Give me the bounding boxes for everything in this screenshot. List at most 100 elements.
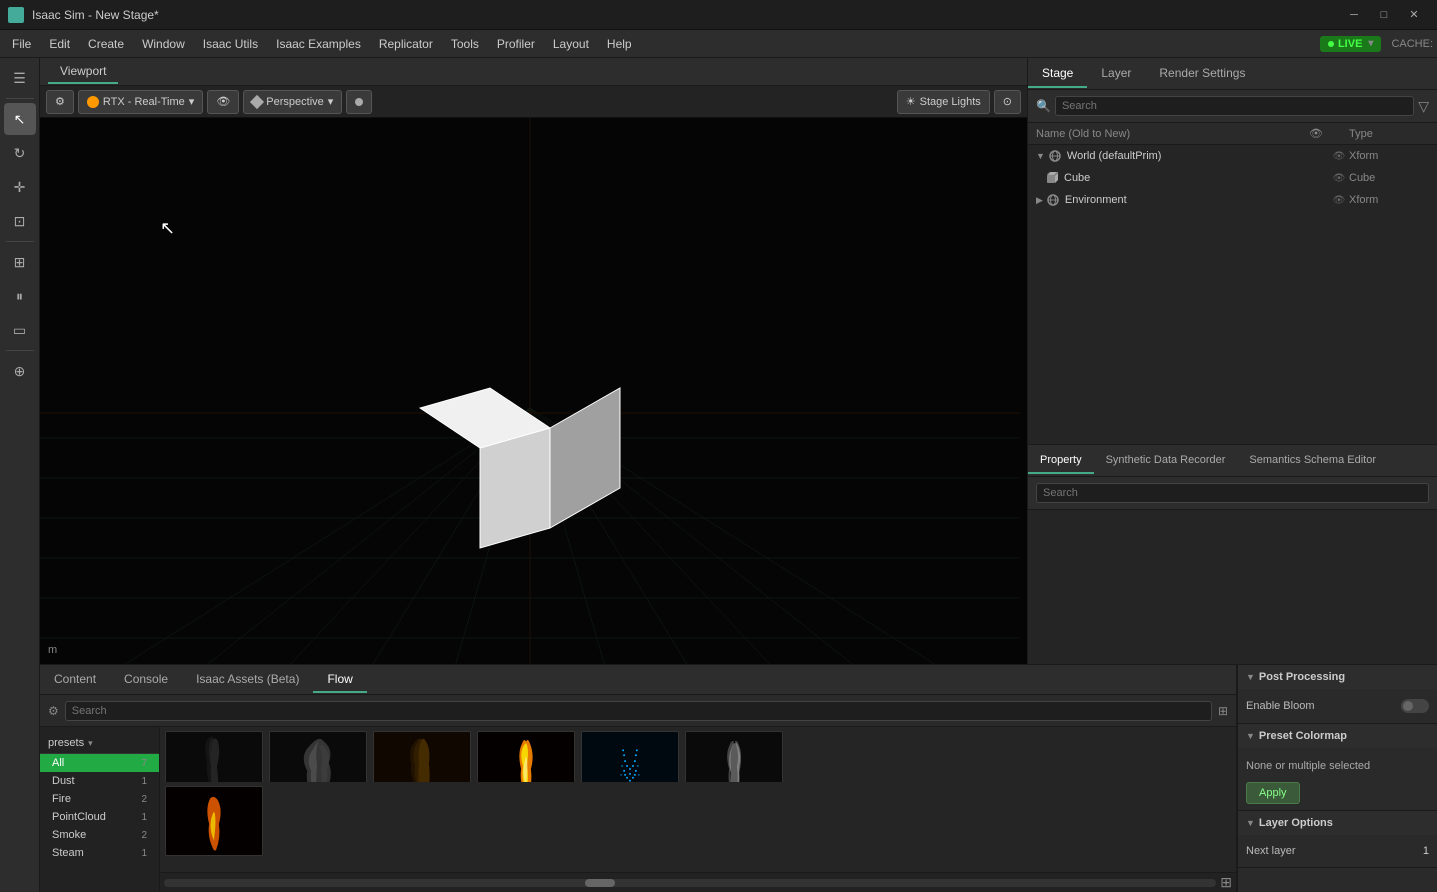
- tab-content[interactable]: Content: [40, 667, 110, 693]
- tab-isaac-assets[interactable]: Isaac Assets (Beta): [182, 667, 313, 693]
- tab-console[interactable]: Console: [110, 667, 182, 693]
- pp-post-processing-body: Enable Bloom: [1238, 689, 1437, 723]
- menu-window[interactable]: Window: [134, 33, 193, 55]
- perspective-arrow: ▾: [328, 95, 334, 108]
- maximize-button[interactable]: □: [1369, 0, 1399, 30]
- asset-densesmoke[interactable]: DenseSmoke: [268, 731, 368, 782]
- stage-row-cube[interactable]: Cube 👁 Cube: [1028, 167, 1437, 189]
- asset-item-row2-1[interactable]: [164, 786, 264, 868]
- content-search-input[interactable]: [65, 701, 1212, 721]
- rtx-mode-btn[interactable]: RTX - Real-Time ▾: [78, 90, 203, 114]
- scroll-thumb[interactable]: [585, 879, 615, 887]
- preset-label-dust: Dust: [52, 775, 75, 787]
- viewport-settings-btn[interactable]: ⚙: [46, 90, 74, 114]
- menu-profiler[interactable]: Profiler: [489, 33, 543, 55]
- tab-synthetic-data-recorder[interactable]: Synthetic Data Recorder: [1094, 448, 1238, 474]
- asset-pointcloud[interactable]: PointCloud: [580, 731, 680, 782]
- expand-environment[interactable]: ▶: [1036, 195, 1043, 206]
- pp-layer-options-section: ▼ Layer Options Next layer 1: [1238, 811, 1437, 868]
- render-mode-btn[interactable]: 👁: [207, 90, 239, 114]
- tab-render-settings[interactable]: Render Settings: [1145, 60, 1259, 88]
- tool-scale[interactable]: ⊡: [4, 205, 36, 237]
- preset-sidebar: presets ▾ All 7 Dust 1 Fire: [40, 727, 160, 892]
- preset-item-all[interactable]: All 7: [40, 754, 159, 772]
- preset-item-fire[interactable]: Fire 2: [40, 790, 159, 808]
- menu-help[interactable]: Help: [599, 33, 640, 55]
- tab-property[interactable]: Property: [1028, 448, 1094, 474]
- menubar: File Edit Create Window Isaac Utils Isaa…: [0, 30, 1437, 58]
- preset-dropdown-arrow: ▾: [88, 738, 93, 749]
- tool-rotate[interactable]: ↻: [4, 137, 36, 169]
- viewport-extra-btn[interactable]: ⊙: [994, 90, 1021, 114]
- tool-extra[interactable]: ⊕: [4, 355, 36, 387]
- content-settings-icon[interactable]: ⚙: [48, 704, 59, 718]
- expand-world[interactable]: ▼: [1036, 151, 1045, 161]
- grid-view-icon[interactable]: ⊞: [1220, 874, 1232, 891]
- menu-replicator[interactable]: Replicator: [371, 33, 441, 55]
- apply-button[interactable]: Apply: [1246, 782, 1300, 804]
- asset-dust[interactable]: Dust: [372, 731, 472, 782]
- preset-item-pointcloud[interactable]: PointCloud 1: [40, 808, 159, 826]
- stage-filter-button[interactable]: ▽: [1418, 98, 1429, 115]
- close-button[interactable]: ✕: [1399, 0, 1429, 30]
- menu-edit[interactable]: Edit: [41, 33, 78, 55]
- cube-vis-btn[interactable]: 👁: [1331, 170, 1347, 186]
- menu-isaac-examples[interactable]: Isaac Examples: [268, 33, 369, 55]
- menu-tools[interactable]: Tools: [443, 33, 487, 55]
- tab-layer[interactable]: Layer: [1087, 60, 1145, 88]
- viewport-canvas[interactable]: ↖ m: [40, 118, 1027, 664]
- tool-pause[interactable]: ⏸: [4, 280, 36, 312]
- tool-select[interactable]: ↖: [4, 103, 36, 135]
- pp-next-layer-row: Next layer 1: [1246, 841, 1429, 861]
- preset-dropdown[interactable]: presets ▾: [40, 733, 159, 754]
- menu-isaac-utils[interactable]: Isaac Utils: [195, 33, 266, 55]
- titlebar: Isaac Sim - New Stage* ─ □ ✕: [0, 0, 1437, 30]
- preset-count-steam: 1: [141, 848, 147, 859]
- perspective-btn[interactable]: Perspective ▾: [243, 90, 342, 114]
- preset-label-steam: Steam: [52, 847, 84, 859]
- property-content: [1028, 510, 1437, 664]
- tool-snap[interactable]: ⊞: [4, 246, 36, 278]
- asset-fire[interactable]: Fire: [476, 731, 576, 782]
- property-search-input[interactable]: [1036, 483, 1429, 503]
- asset-steam[interactable]: Steam: [684, 731, 784, 782]
- stage-row-environment[interactable]: ▶ Environment 👁 Xform: [1028, 189, 1437, 211]
- menu-file[interactable]: File: [4, 33, 39, 55]
- pp-layer-options-header[interactable]: ▼ Layer Options: [1238, 811, 1437, 835]
- preset-count-all: 7: [141, 758, 147, 769]
- pp-colormap-header[interactable]: ▼ Preset Colormap: [1238, 724, 1437, 748]
- tab-stage[interactable]: Stage: [1028, 60, 1087, 88]
- preset-item-smoke[interactable]: Smoke 2: [40, 826, 159, 844]
- audio-icon: [355, 98, 363, 106]
- viewport-tab[interactable]: Viewport: [48, 60, 118, 84]
- asset-darksmoke[interactable]: DarkSmoke: [164, 731, 264, 782]
- tool-menu[interactable]: ☰: [4, 62, 36, 94]
- preset-dropdown-label: presets: [48, 737, 84, 749]
- viewport-grid: [40, 118, 1027, 664]
- live-badge: LIVE ▾: [1320, 36, 1381, 52]
- environment-vis-btn[interactable]: 👁: [1331, 192, 1347, 208]
- scroll-track[interactable]: [164, 879, 1216, 887]
- pp-colormap-value: None or multiple selected: [1246, 758, 1370, 774]
- audio-btn[interactable]: [346, 90, 372, 114]
- content-grid-icon[interactable]: ⊞: [1218, 704, 1228, 718]
- stage-lights-btn[interactable]: ☀ Stage Lights: [897, 90, 990, 114]
- pp-post-processing-header[interactable]: ▼ Post Processing: [1238, 665, 1437, 689]
- bloom-toggle[interactable]: [1401, 699, 1429, 713]
- world-vis-btn[interactable]: 👁: [1331, 148, 1347, 164]
- tab-semantics-schema-editor[interactable]: Semantics Schema Editor: [1237, 448, 1388, 474]
- tab-flow[interactable]: Flow: [313, 667, 366, 693]
- rtx-arrow: ▾: [189, 95, 195, 108]
- tool-square[interactable]: ▭: [4, 314, 36, 346]
- preset-item-dust[interactable]: Dust 1: [40, 772, 159, 790]
- pp-bloom-label: Enable Bloom: [1246, 700, 1315, 712]
- main-layout: ☰ ↖ ↻ ✛ ⊡ ⊞ ⏸ ▭ ⊕ Viewport ⚙ RTX -: [0, 58, 1437, 892]
- preset-item-steam[interactable]: Steam 1: [40, 844, 159, 862]
- tool-move[interactable]: ✛: [4, 171, 36, 203]
- property-search-bar: [1028, 477, 1437, 510]
- minimize-button[interactable]: ─: [1339, 0, 1369, 30]
- menu-create[interactable]: Create: [80, 33, 132, 55]
- menu-layout[interactable]: Layout: [545, 33, 597, 55]
- stage-search-input[interactable]: [1055, 96, 1414, 116]
- stage-row-world[interactable]: ▼ World (defaultPrim) 👁 Xform: [1028, 145, 1437, 167]
